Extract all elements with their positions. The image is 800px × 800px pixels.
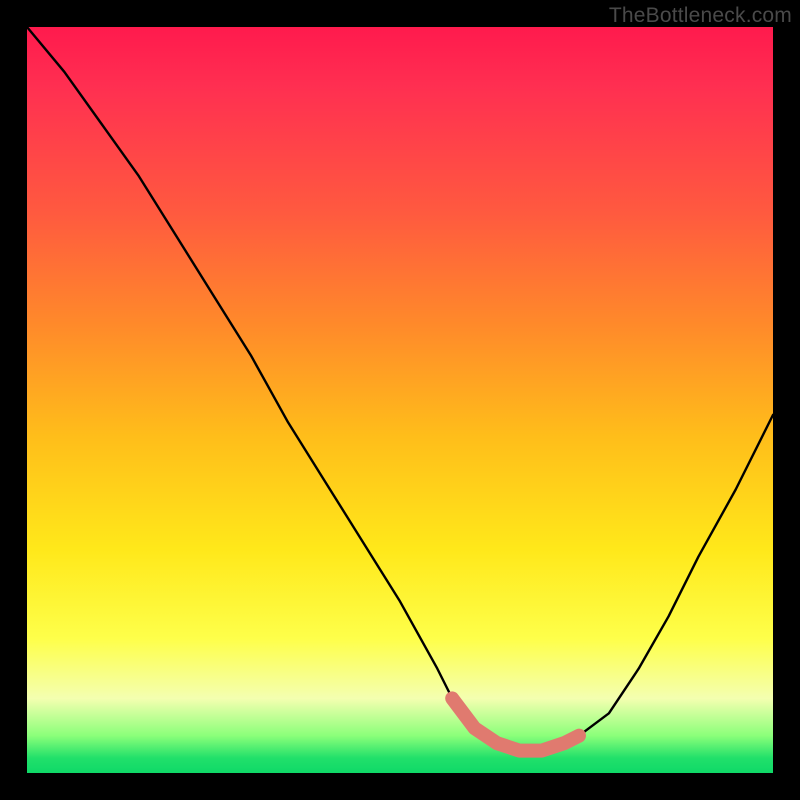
bottleneck-curve <box>27 27 773 751</box>
optimal-zone-marker <box>452 698 579 750</box>
plot-area <box>27 27 773 773</box>
watermark-label: TheBottleneck.com <box>609 4 792 28</box>
curve-layer <box>27 27 773 773</box>
chart-frame: TheBottleneck.com <box>0 0 800 800</box>
